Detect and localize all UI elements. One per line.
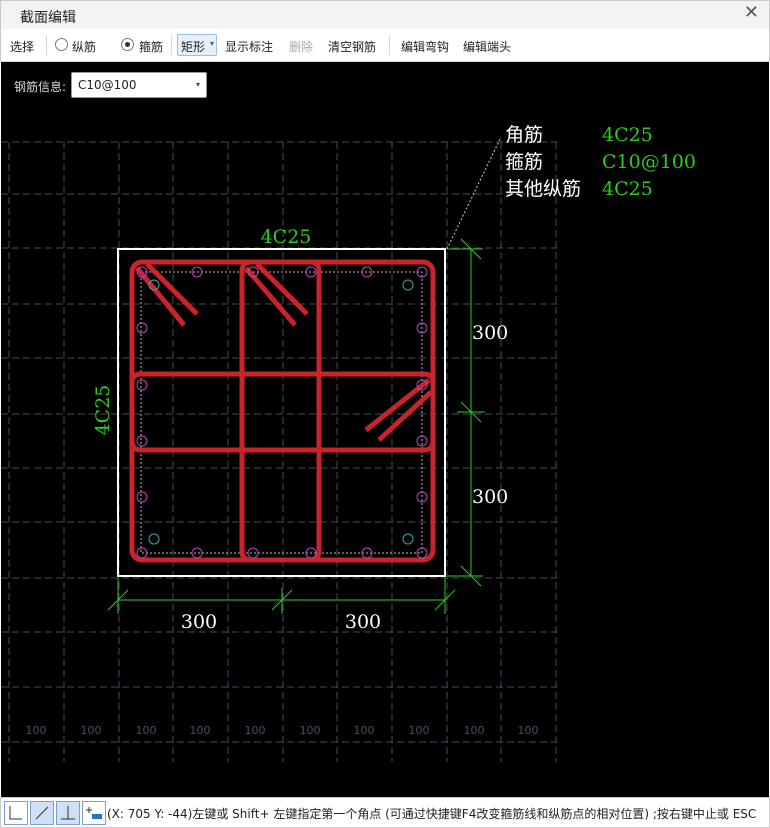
grid-label: 100 <box>464 724 485 737</box>
dim-right-bottom: 300 <box>472 486 508 508</box>
window-title: 截面编辑 <box>20 10 76 26</box>
longitudinal-radio[interactable] <box>55 38 68 51</box>
grid-label: 100 <box>354 724 375 737</box>
close-icon[interactable]: ✕ <box>744 4 759 22</box>
legend: 角筋 4C25 箍筋 C10@100 其他纵筋 4C25 <box>505 124 696 200</box>
grid-label: 100 <box>81 724 102 737</box>
chevron-down-icon: ▾ <box>209 39 214 48</box>
edit-end-button[interactable]: 编辑端头 <box>463 38 511 55</box>
toolbar-separator <box>171 35 172 55</box>
status-text: (X: 705 Y: -44)左键或 Shift+ 左键指定第一个角点 (可通过… <box>107 807 757 821</box>
orthogonal-snap-button[interactable] <box>4 801 28 825</box>
delete-button[interactable]: 删除 <box>289 38 313 55</box>
clear-rebar-button[interactable]: 清空钢筋 <box>328 38 376 55</box>
edit-hook-button[interactable]: 编辑弯钩 <box>401 38 449 55</box>
top-rebar-label: 4C25 <box>261 226 312 248</box>
cover-line <box>140 271 423 554</box>
legend-name: 箍筋 <box>505 151 543 173</box>
toolbar-separator <box>389 35 390 55</box>
perpendicular-button[interactable] <box>56 801 80 825</box>
grid-label: 100 <box>409 724 430 737</box>
grid-label: 100 <box>300 724 321 737</box>
grid-labels: 100 100 100 100 100 100 100 100 100 100 <box>26 724 539 737</box>
toolbar-separator <box>46 35 47 55</box>
section-outline <box>117 248 446 577</box>
select-button[interactable]: 选择 <box>10 38 34 55</box>
add-point-button[interactable] <box>82 801 106 825</box>
grid-label: 100 <box>26 724 47 737</box>
grid-label: 100 <box>190 724 211 737</box>
rect-dropdown[interactable]: 矩形 ▾ <box>177 34 217 56</box>
status-bar: (X: 705 Y: -44)左键或 Shift+ 左键指定第一个角点 (可通过… <box>0 797 770 828</box>
grid-label: 100 <box>136 724 157 737</box>
stirrup-label[interactable]: 箍筋 <box>139 38 163 55</box>
legend-leader <box>446 136 502 250</box>
line-mode-button[interactable] <box>30 801 54 825</box>
rect-dropdown-label: 矩形 <box>181 40 206 54</box>
legend-name: 角筋 <box>505 124 543 146</box>
toolbar: 选择 纵筋 箍筋 矩形 ▾ 显示标注 删除 清空钢筋 编辑弯钩 编辑端头 <box>0 29 770 62</box>
legend-value: C10@100 <box>602 151 696 173</box>
stirrup-radio[interactable] <box>121 38 134 51</box>
longitudinal-label[interactable]: 纵筋 <box>72 38 96 55</box>
grid-label: 100 <box>518 724 539 737</box>
section-drawing: 100 100 100 100 100 100 100 100 100 100 … <box>1 124 696 762</box>
corner-bars <box>148 279 414 545</box>
left-rebar-label: 4C25 <box>92 385 114 436</box>
dim-bottom-left: 300 <box>181 611 217 633</box>
dim-bottom-right: 300 <box>345 611 381 633</box>
legend-value: 4C25 <box>602 124 653 146</box>
dim-right-top: 300 <box>472 322 508 344</box>
grid-label: 100 <box>245 724 266 737</box>
title-bar: 截面编辑 ✕ <box>0 0 770 29</box>
drawing-canvas[interactable]: 钢筋信息: C10@100 ▾ 100 100 100 100 100 100 … <box>1 62 769 797</box>
legend-name: 其他纵筋 <box>505 178 581 200</box>
legend-value: 4C25 <box>602 178 653 200</box>
dimension-texts: 300 300 300 300 <box>181 322 508 633</box>
show-label-button[interactable]: 显示标注 <box>225 38 273 55</box>
